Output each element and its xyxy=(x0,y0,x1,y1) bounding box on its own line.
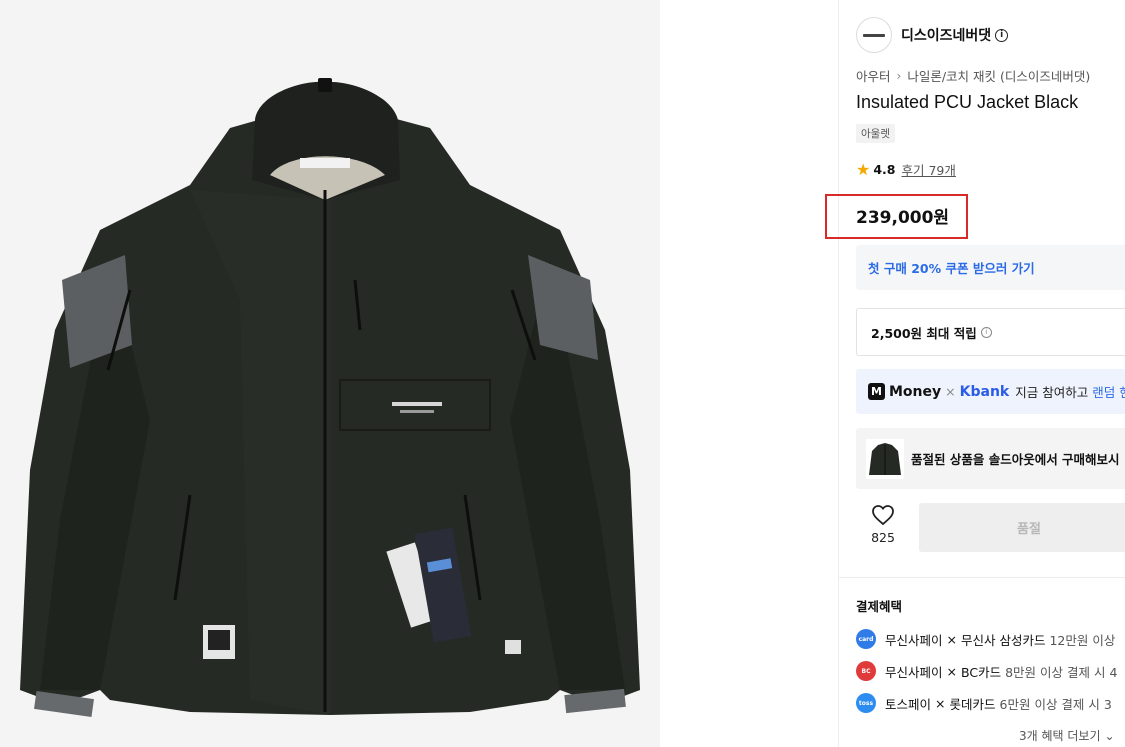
rating-score: 4.8 xyxy=(873,162,896,177)
points-box[interactable]: 2,500원 최대 적립 i xyxy=(856,308,1125,356)
points-label: 2,500원 최대 적립 xyxy=(871,325,977,341)
jacket-image xyxy=(20,78,640,717)
heart-icon xyxy=(872,505,894,526)
breadcrumb: 아우터 › 나일론/코치 재킷 (디스이즈네버댓) xyxy=(856,66,1090,85)
benefit-card: 무신사 삼성카드 xyxy=(961,632,1046,648)
kbank-promo-banner[interactable]: M Money × Kbank 지금 참여하고 랜덤 현 xyxy=(856,369,1125,414)
chevron-right-icon: › xyxy=(896,68,902,83)
money-logo-icon: M xyxy=(868,383,885,400)
jacket-thumbnail xyxy=(866,438,904,479)
product-info-panel: 디스이즈네버댓 i 아우터 › 나일론/코치 재킷 (디스이즈네버댓) Insu… xyxy=(825,0,1125,747)
more-benefits-link[interactable]: 3개 혜택 더보기 ⌄ xyxy=(1019,727,1115,744)
outlet-tag: 아울렛 xyxy=(856,124,895,143)
benefits-title: 결제혜택 xyxy=(856,599,903,614)
soldout-button[interactable]: 품절 xyxy=(919,503,1125,552)
benefit-card: 롯데카드 xyxy=(949,696,996,712)
product-image[interactable] xyxy=(0,0,660,747)
promo-highlight: 랜덤 현 xyxy=(1092,385,1125,400)
benefit-item[interactable]: card 무신사페이 × 무신사 삼성카드 12만원 이상 xyxy=(856,629,1115,649)
times-sign: × xyxy=(945,384,956,399)
kbank-label: Kbank xyxy=(959,383,1010,400)
benefit-card: BC카드 xyxy=(961,664,1002,680)
benefit-item[interactable]: BC 무신사페이 × BC카드 8만원 이상 결제 시 4 xyxy=(856,661,1117,681)
like-count: 825 xyxy=(871,530,895,545)
info-icon[interactable]: i xyxy=(995,28,1009,42)
breadcrumb-subcategory[interactable]: 나일론/코치 재킷 (디스이즈네버댓) xyxy=(907,66,1090,85)
rating: ★ 4.8 후기 79개 xyxy=(856,160,956,179)
benefit-item[interactable]: toss 토스페이 × 롯데카드 6만원 이상 결제 시 3 xyxy=(856,693,1112,713)
soldout-label: 품절된 상품을 솔드아웃에서 구매해보시 xyxy=(911,452,1120,467)
benefit-pay: 토스페이 xyxy=(885,696,932,712)
reviews-link[interactable]: 후기 79개 xyxy=(902,160,956,179)
benefit-condition: 12만원 이상 xyxy=(1049,632,1116,648)
breadcrumb-category[interactable]: 아우터 xyxy=(856,66,891,85)
soldout-banner[interactable]: 품절된 상품을 솔드아웃에서 구매해보시 xyxy=(856,428,1125,489)
benefit-pay: 무신사페이 xyxy=(885,632,943,648)
product-title: Insulated PCU Jacket Black xyxy=(856,92,1079,112)
chevron-down-icon: ⌄ xyxy=(1104,728,1115,743)
promo-text: 지금 참여하고 xyxy=(1015,385,1089,400)
times-sign: × xyxy=(935,695,946,711)
benefit-pay: 무신사페이 xyxy=(885,664,943,680)
times-sign: × xyxy=(946,631,957,647)
times-sign: × xyxy=(946,663,957,679)
benefit-condition: 6만원 이상 결제 시 3 xyxy=(999,696,1112,712)
star-icon: ★ xyxy=(856,159,871,179)
bc-card-icon: BC xyxy=(856,661,876,681)
divider xyxy=(839,577,1125,578)
toss-pay-icon: toss xyxy=(856,693,876,713)
benefit-condition: 8만원 이상 결제 시 4 xyxy=(1005,664,1118,680)
brand-logo[interactable] xyxy=(856,17,892,53)
info-icon[interactable]: i xyxy=(980,326,992,338)
brand-row[interactable]: 디스이즈네버댓 i xyxy=(856,16,1009,54)
like-button[interactable]: 825 xyxy=(856,504,910,554)
product-price: 239,000원 xyxy=(856,208,950,228)
brand-name[interactable]: 디스이즈네버댓 xyxy=(901,25,991,45)
more-benefits-label: 3개 혜택 더보기 xyxy=(1019,729,1101,743)
musinsa-samsung-card-icon: card xyxy=(856,629,876,649)
coupon-banner[interactable]: 첫 구매 20% 쿠폰 받으러 가기 xyxy=(856,245,1125,290)
money-label: Money xyxy=(889,383,942,400)
